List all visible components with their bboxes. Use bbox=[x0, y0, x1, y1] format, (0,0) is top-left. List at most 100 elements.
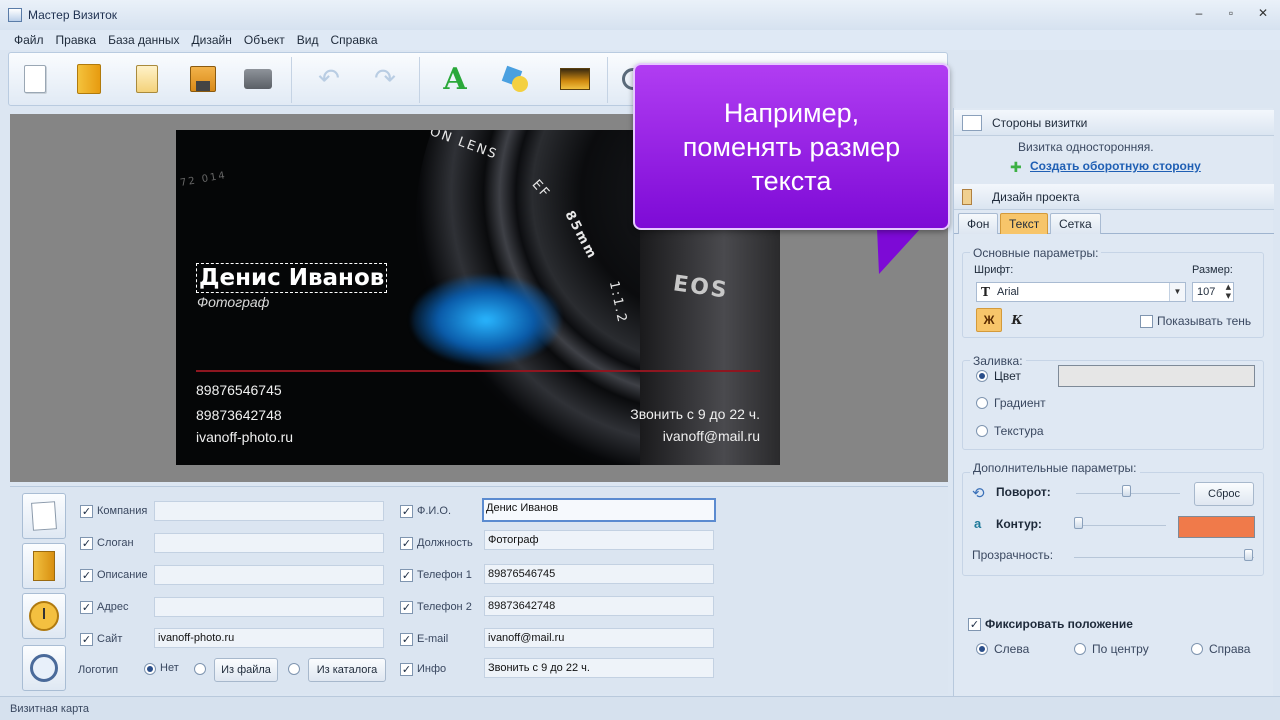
card-phone1[interactable]: 89876546745 bbox=[196, 382, 282, 398]
card-sides-header[interactable]: Стороны визитки bbox=[954, 110, 1274, 136]
company-label: Компания bbox=[97, 505, 148, 517]
tab-background[interactable]: Фон bbox=[958, 213, 999, 234]
menu-design[interactable]: Дизайн bbox=[186, 33, 238, 47]
rotate-slider-thumb[interactable] bbox=[1122, 485, 1131, 497]
fill-color-swatch[interactable] bbox=[1058, 365, 1255, 387]
create-back-side-link[interactable]: Создать оборотную сторону bbox=[1030, 159, 1201, 173]
fio-input[interactable]: Денис Иванов bbox=[482, 498, 716, 522]
align-left-radio[interactable] bbox=[976, 643, 988, 655]
description-input[interactable] bbox=[154, 565, 384, 585]
address-checkbox[interactable]: ✓ bbox=[80, 600, 93, 614]
history-button[interactable] bbox=[22, 593, 66, 639]
fix-position-label: Фиксировать положение bbox=[985, 617, 1133, 631]
logo-file-radio[interactable] bbox=[194, 663, 206, 675]
add-image-button[interactable] bbox=[557, 61, 593, 97]
site-checkbox[interactable]: ✓ bbox=[80, 632, 93, 646]
fill-color-radio[interactable] bbox=[976, 370, 988, 382]
fill-texture-label: Текстура bbox=[994, 424, 1044, 438]
chevron-down-icon[interactable]: ▼ bbox=[1169, 283, 1185, 301]
align-center-radio[interactable] bbox=[1074, 643, 1086, 655]
email-input[interactable]: ivanoff@mail.ru bbox=[484, 628, 714, 648]
outline-slider-thumb[interactable] bbox=[1074, 517, 1083, 529]
menu-view[interactable]: Вид bbox=[291, 33, 325, 47]
slogan-input[interactable] bbox=[154, 533, 384, 553]
align-right-radio[interactable] bbox=[1191, 643, 1203, 655]
position-checkbox[interactable]: ✓ bbox=[400, 536, 413, 550]
add-shape-button[interactable] bbox=[497, 61, 533, 97]
menu-file[interactable]: Файл bbox=[8, 33, 50, 47]
field-row-site: ✓ Сайт bbox=[80, 629, 122, 649]
menu-database[interactable]: База данных bbox=[102, 33, 185, 47]
close-button[interactable]: ✕ bbox=[1256, 6, 1270, 20]
card-phone2[interactable]: 89873642748 bbox=[196, 407, 282, 423]
opacity-slider[interactable] bbox=[1074, 549, 1254, 561]
tab-text[interactable]: Текст bbox=[1000, 213, 1049, 234]
card-name-text[interactable]: Денис Иванов bbox=[196, 263, 388, 293]
callout-tail bbox=[877, 228, 921, 274]
site-input[interactable]: ivanoff-photo.ru bbox=[154, 628, 384, 648]
card-sides-icon bbox=[962, 114, 982, 131]
logo-from-file-button[interactable]: Из файла bbox=[214, 658, 278, 682]
italic-toggle[interactable]: К bbox=[1004, 308, 1030, 332]
search-button[interactable] bbox=[22, 645, 66, 691]
outline-slider[interactable] bbox=[1074, 517, 1166, 529]
position-input[interactable]: Фотограф bbox=[484, 530, 714, 550]
bold-toggle[interactable]: Ж bbox=[976, 308, 1002, 332]
undo-button[interactable]: ↶ bbox=[311, 61, 347, 97]
shadow-checkbox[interactable] bbox=[1140, 315, 1153, 328]
menu-edit[interactable]: Правка bbox=[50, 33, 103, 47]
description-checkbox[interactable]: ✓ bbox=[80, 568, 93, 582]
font-select[interactable]: T Arial ▼ bbox=[976, 282, 1186, 302]
font-value: Arial bbox=[997, 286, 1020, 298]
phone2-input[interactable]: 89873642748 bbox=[484, 596, 714, 616]
phone1-checkbox[interactable]: ✓ bbox=[400, 568, 413, 582]
card-email[interactable]: ivanoff@mail.ru bbox=[663, 428, 760, 444]
save-button[interactable] bbox=[185, 61, 221, 97]
project-design-header[interactable]: Дизайн проекта bbox=[954, 184, 1274, 210]
logo-label: Логотип bbox=[78, 664, 119, 676]
menu-object[interactable]: Объект bbox=[238, 33, 291, 47]
phone1-input[interactable]: 89876546745 bbox=[484, 564, 714, 584]
logo-from-catalog-button[interactable]: Из каталога bbox=[308, 658, 386, 682]
edit-fields-button[interactable] bbox=[22, 493, 66, 539]
tab-grid[interactable]: Сетка bbox=[1050, 213, 1101, 234]
slogan-label: Слоган bbox=[97, 537, 134, 549]
minimize-button[interactable]: – bbox=[1192, 6, 1206, 20]
fio-checkbox[interactable]: ✓ bbox=[400, 504, 413, 518]
add-text-button[interactable]: A bbox=[437, 61, 473, 97]
spin-arrows-icon[interactable]: ▲ ▼ bbox=[1226, 283, 1231, 301]
paste-button[interactable] bbox=[129, 61, 165, 97]
phone2-checkbox[interactable]: ✓ bbox=[400, 600, 413, 614]
logo-catalog-radio[interactable] bbox=[288, 663, 300, 675]
logo-none-radio[interactable] bbox=[144, 663, 156, 675]
slogan-checkbox[interactable]: ✓ bbox=[80, 536, 93, 550]
reset-button[interactable]: Сброс bbox=[1194, 482, 1254, 506]
card-site[interactable]: ivanoff-photo.ru bbox=[196, 429, 293, 445]
company-checkbox[interactable]: ✓ bbox=[80, 504, 93, 518]
card-hours[interactable]: Звонить с 9 до 22 ч. bbox=[630, 406, 760, 422]
redo-button[interactable]: ↷ bbox=[367, 61, 403, 97]
outline-color-swatch[interactable] bbox=[1178, 516, 1255, 538]
maximize-button[interactable]: ▫ bbox=[1224, 6, 1238, 20]
fill-texture-radio[interactable] bbox=[976, 425, 988, 437]
fix-position-checkbox[interactable]: ✓ bbox=[968, 618, 981, 631]
new-button[interactable] bbox=[17, 61, 53, 97]
company-input[interactable] bbox=[154, 501, 384, 521]
info-checkbox[interactable]: ✓ bbox=[400, 662, 413, 676]
menu-bar: Файл Правка База данных Дизайн Объект Ви… bbox=[0, 30, 1280, 50]
info-input[interactable]: Звонить с 9 до 22 ч. bbox=[484, 658, 714, 678]
fill-gradient-radio[interactable] bbox=[976, 397, 988, 409]
card-job-text[interactable]: Фотограф bbox=[197, 294, 269, 310]
opacity-slider-thumb[interactable] bbox=[1244, 549, 1253, 561]
print-button[interactable] bbox=[240, 61, 276, 97]
email-checkbox[interactable]: ✓ bbox=[400, 632, 413, 646]
address-book-button[interactable] bbox=[22, 543, 66, 589]
rotate-slider[interactable] bbox=[1076, 485, 1180, 497]
open-button[interactable] bbox=[71, 61, 107, 97]
menu-help[interactable]: Справка bbox=[324, 33, 383, 47]
font-label: Шрифт: bbox=[974, 264, 1014, 276]
address-input[interactable] bbox=[154, 597, 384, 617]
field-row-phone2: ✓ Телефон 2 bbox=[400, 597, 472, 617]
size-stepper[interactable]: 107 ▲ ▼ bbox=[1192, 282, 1234, 302]
status-text: Визитная карта bbox=[10, 702, 89, 715]
